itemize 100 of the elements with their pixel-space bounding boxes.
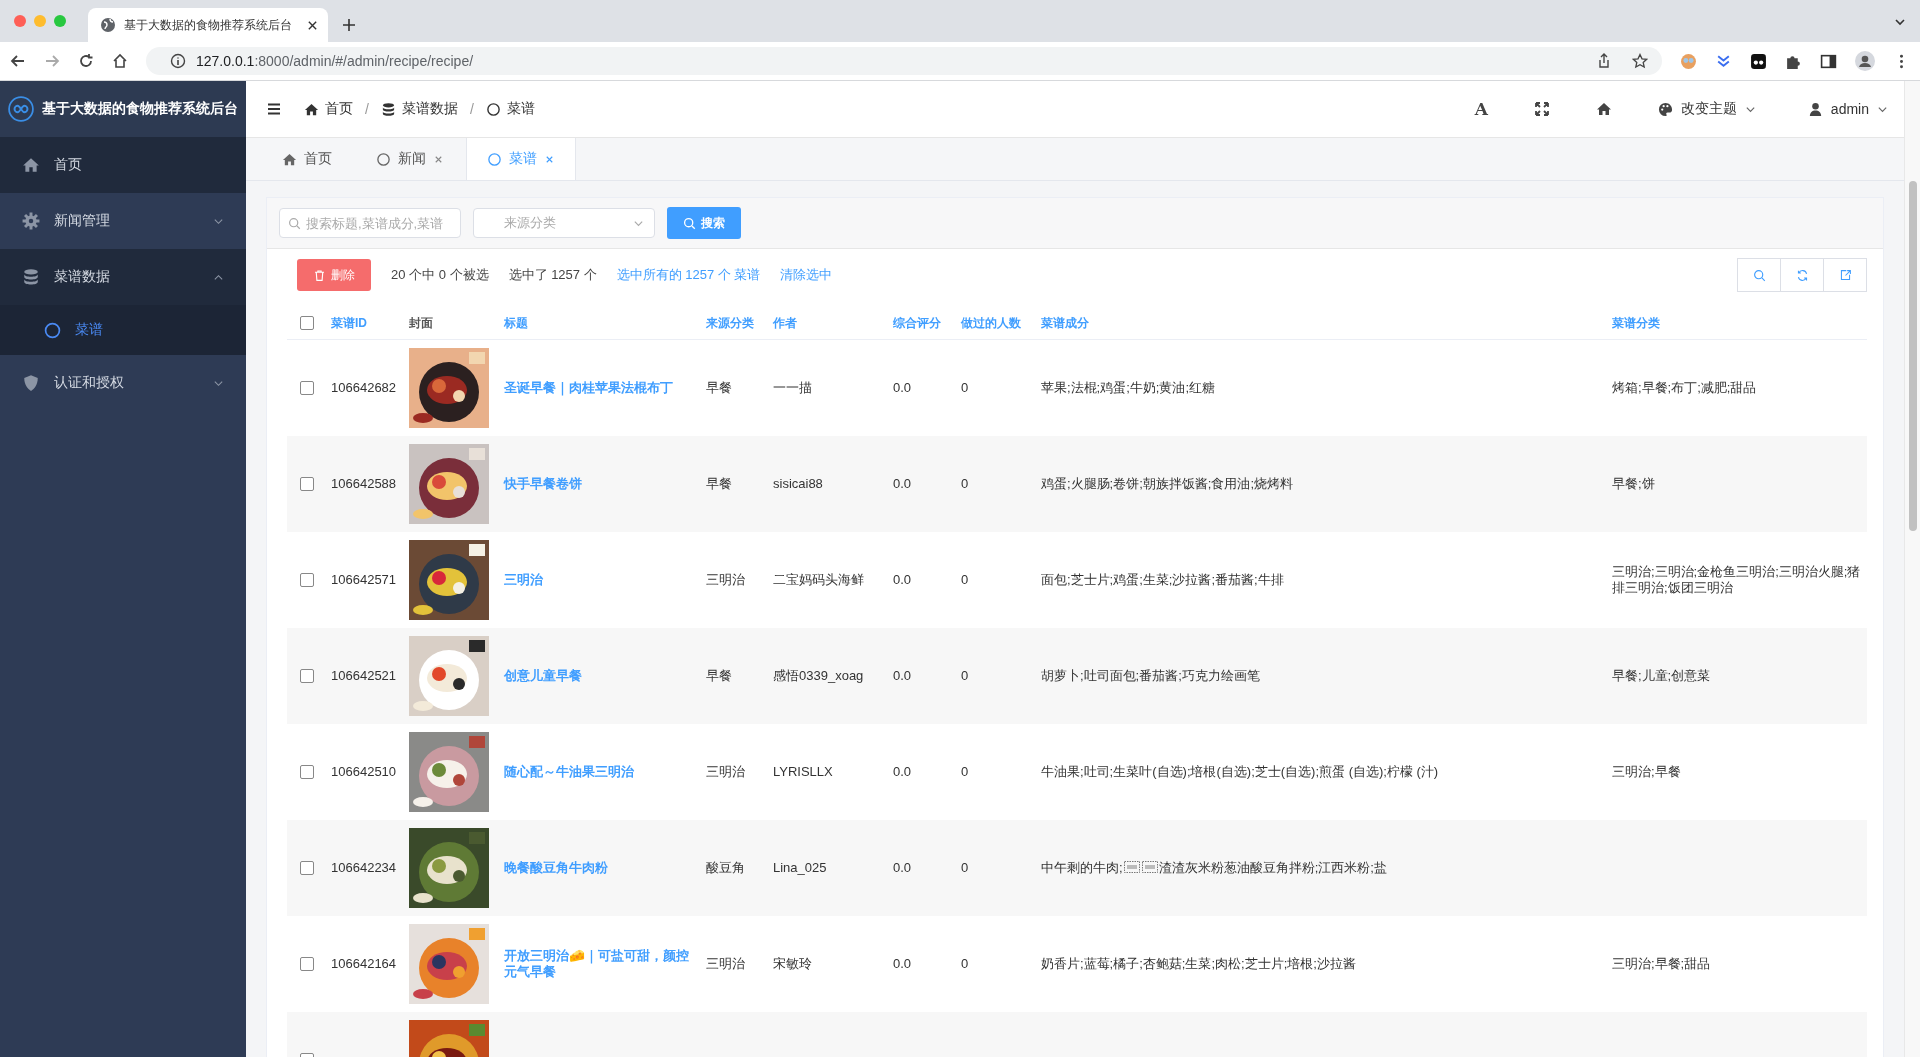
home-icon bbox=[22, 156, 40, 174]
row-checkbox[interactable] bbox=[300, 765, 314, 779]
column-header[interactable]: 菜谱分类 bbox=[1608, 315, 1867, 331]
table-cell: 0 bbox=[961, 764, 969, 779]
shield-icon bbox=[22, 374, 40, 392]
table-cell: 感悟0339_xoag bbox=[773, 668, 864, 683]
row-checkbox[interactable] bbox=[300, 669, 314, 683]
table-cell: 106642682 bbox=[331, 380, 397, 395]
submenu-item[interactable]: 菜谱 bbox=[0, 305, 246, 355]
table-cell: 0.0 bbox=[893, 764, 912, 779]
row-checkbox[interactable] bbox=[300, 861, 314, 875]
table-cell: 三明治;三明治;金枪鱼三明治;三明治火腿;猪排三明治;饭团三明治 bbox=[1612, 564, 1861, 595]
table-cell: 三明治 bbox=[706, 764, 745, 779]
breadcrumb-item[interactable]: 菜谱 bbox=[485, 100, 535, 118]
home-icon[interactable] bbox=[112, 53, 128, 69]
table-cell: 106642164 bbox=[331, 956, 397, 971]
column-header[interactable]: 菜谱成分 bbox=[1037, 315, 1608, 331]
menu-item[interactable]: 首页 bbox=[0, 137, 246, 193]
source-select[interactable]: 来源分类 bbox=[473, 208, 655, 238]
table-cell: 牛油果;吐司;生菜叶(自选);培根(自选);芝士(自选);煎蛋 (自选);柠檬 (汁) bbox=[1041, 764, 1439, 779]
font-size-button[interactable]: A bbox=[1474, 99, 1488, 119]
search-field[interactable]: 搜索标题,菜谱成分,菜谱 bbox=[279, 208, 461, 238]
recipe-title-link[interactable]: 开放三明治🧀｜可盐可甜，颜控元气早餐 bbox=[504, 948, 702, 980]
back-icon[interactable] bbox=[10, 53, 26, 69]
extension-icon[interactable] bbox=[1750, 52, 1767, 70]
user-menu[interactable]: admin bbox=[1807, 101, 1888, 117]
column-header[interactable]: 菜谱ID bbox=[327, 315, 405, 331]
recipe-title-link[interactable]: 三明治 bbox=[504, 572, 702, 588]
column-header[interactable]: 做过的人数 bbox=[957, 315, 1037, 331]
search-icon bbox=[1752, 268, 1766, 282]
search-button[interactable]: 搜索 bbox=[667, 207, 741, 239]
reload-icon[interactable] bbox=[78, 53, 94, 69]
clear-selection-link[interactable]: 清除选中 bbox=[780, 266, 833, 284]
table-cell: 中午剩的牛肉; bbox=[1041, 860, 1123, 875]
globe-icon bbox=[100, 17, 116, 33]
search-icon bbox=[683, 216, 696, 230]
table-cell: 烤箱;早餐;布丁;减肥;甜品 bbox=[1612, 380, 1757, 395]
recipe-title-link[interactable]: 快手早餐卷饼 bbox=[504, 476, 702, 492]
user-icon bbox=[1807, 101, 1823, 117]
table-cell: 三明治 bbox=[706, 572, 745, 587]
table-cell: 106642234 bbox=[331, 860, 397, 875]
column-header[interactable]: 来源分类 bbox=[702, 315, 769, 331]
share-icon[interactable] bbox=[1596, 53, 1612, 69]
row-checkbox[interactable] bbox=[300, 381, 314, 395]
address-field[interactable]: 127.0.0.1:8000/admin/#/admin/recipe/recipe/ bbox=[146, 47, 1662, 75]
select-all-link[interactable]: 选中所有的 1257 个 菜谱 bbox=[616, 266, 761, 284]
close-icon[interactable] bbox=[307, 19, 318, 31]
column-header[interactable]: 综合评分 bbox=[889, 315, 957, 331]
column-header[interactable]: 标题 bbox=[500, 315, 702, 331]
row-checkbox[interactable] bbox=[300, 573, 314, 587]
recipe-title-link[interactable]: 创意儿童早餐 bbox=[504, 668, 702, 684]
sidebar-icon[interactable] bbox=[1820, 52, 1837, 70]
table-cell: 渣渣灰米粉葱油酸豆角拌粉;江西米粉;盐 bbox=[1158, 860, 1387, 875]
delete-button[interactable]: 删除 bbox=[297, 259, 371, 291]
row-checkbox[interactable] bbox=[300, 477, 314, 491]
profile-icon[interactable] bbox=[1855, 51, 1875, 71]
table-cell: 0 bbox=[961, 476, 969, 491]
menu-icon[interactable] bbox=[266, 101, 282, 117]
recipe-title-link[interactable]: 圣诞早餐｜肉桂苹果法棍布丁 bbox=[504, 380, 702, 396]
recipe-title-link[interactable]: 随心配～牛油果三明治 bbox=[504, 764, 702, 780]
table-cell: 早餐 bbox=[706, 668, 732, 683]
palette-icon bbox=[1657, 101, 1673, 117]
table-cell: 早餐 bbox=[706, 380, 732, 395]
chevron-down-icon[interactable] bbox=[1894, 16, 1906, 28]
circle-icon bbox=[487, 151, 502, 167]
table-cell: 胡萝卜;吐司面包;番茄酱;巧克力绘画笔 bbox=[1041, 668, 1260, 683]
row-checkbox[interactable] bbox=[300, 957, 314, 971]
breadcrumb-item[interactable]: 菜谱数据 bbox=[380, 100, 458, 118]
gear-icon bbox=[22, 212, 40, 230]
table-cell: 三明治 bbox=[706, 956, 745, 971]
menu-item[interactable]: 菜谱数据 bbox=[0, 249, 246, 305]
page-tab[interactable]: 菜谱 bbox=[466, 138, 576, 180]
breadcrumb-item[interactable]: 首页 bbox=[304, 100, 353, 118]
forward-icon[interactable] bbox=[44, 53, 60, 69]
browser-tab[interactable]: 基于大数据的食物推荐系统后台 bbox=[88, 8, 328, 42]
column-header[interactable]: 作者 bbox=[769, 315, 889, 331]
home-icon[interactable] bbox=[1595, 101, 1612, 117]
table-cell: 酸豆角 bbox=[706, 860, 745, 875]
table-cell: 106642521 bbox=[331, 668, 397, 683]
export-button[interactable] bbox=[1823, 258, 1867, 292]
select-all-checkbox[interactable] bbox=[300, 316, 314, 330]
scrollbar-thumb[interactable] bbox=[1908, 181, 1917, 531]
info-icon[interactable] bbox=[170, 53, 186, 69]
theme-menu[interactable]: 改变主题 bbox=[1657, 100, 1756, 118]
star-icon[interactable] bbox=[1632, 53, 1648, 69]
table-cell: 0 bbox=[961, 668, 969, 683]
table-cell: 鸡蛋;火腿肠;卷饼;朝族拌饭酱;食用油;烧烤料 bbox=[1041, 476, 1294, 491]
new-tab-icon[interactable] bbox=[342, 18, 356, 32]
database-icon bbox=[380, 101, 396, 117]
table-cell: 早餐;儿童;创意菜 bbox=[1612, 668, 1711, 683]
page-tab[interactable]: 新闻 bbox=[354, 138, 466, 180]
table-cell: 0 bbox=[961, 956, 969, 971]
circle-icon bbox=[485, 101, 501, 117]
fullscreen-icon[interactable] bbox=[1533, 101, 1550, 117]
recipe-title-link[interactable]: 晚餐酸豆角牛肉粉 bbox=[504, 860, 702, 876]
table-cell: 一一描 bbox=[773, 380, 812, 395]
table-cell: 面包;芝士片;鸡蛋;生菜;沙拉酱;番茄酱;牛排 bbox=[1041, 572, 1284, 587]
close-window-button[interactable] bbox=[14, 15, 26, 27]
breadcrumb-separator: / bbox=[365, 101, 369, 117]
page-tab[interactable]: 首页 bbox=[260, 138, 354, 180]
